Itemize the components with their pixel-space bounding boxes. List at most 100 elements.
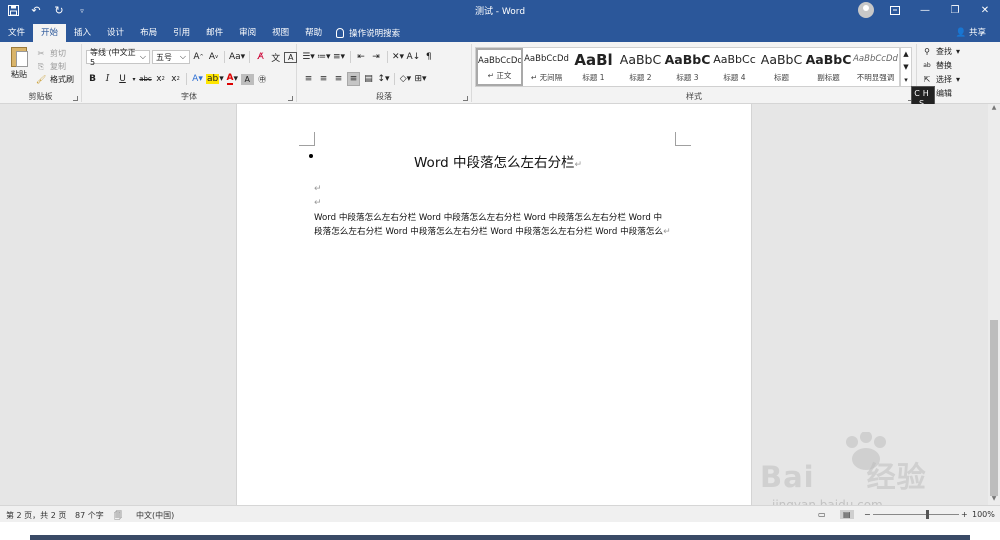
increase-indent-icon[interactable]: ⇥: [370, 50, 383, 64]
chevron-down-icon[interactable]: ▼: [901, 61, 911, 74]
style-heading-3[interactable]: AaBbC 标题 3: [664, 48, 711, 86]
zoom-out-icon[interactable]: −: [864, 510, 871, 519]
tab-design[interactable]: 设计: [99, 24, 132, 42]
show-marks-icon[interactable]: ¶: [422, 50, 435, 64]
decrease-indent-icon[interactable]: ⇤: [355, 50, 368, 64]
chinese-layout-icon[interactable]: ✕▾: [392, 50, 405, 64]
scroll-up-icon[interactable]: ▲: [988, 104, 1000, 114]
tab-file[interactable]: 文件: [0, 24, 33, 42]
underline-dropdown-icon[interactable]: ▾: [131, 72, 137, 86]
underline-button[interactable]: U: [116, 72, 129, 86]
bullets-icon[interactable]: ☰▾: [302, 50, 315, 64]
font-color-icon[interactable]: A ▾: [226, 72, 239, 86]
font-dialog-launcher[interactable]: [288, 96, 293, 101]
style-heading-1[interactable]: AaBl 标题 1: [570, 48, 617, 86]
align-right-icon[interactable]: ≡: [332, 72, 345, 86]
subscript-button[interactable]: x2: [154, 72, 167, 86]
more-styles-icon[interactable]: ▾: [901, 74, 911, 87]
tab-layout[interactable]: 布局: [132, 24, 165, 42]
style-heading-4[interactable]: AaBbCc 标题 4: [711, 48, 758, 86]
character-border-icon[interactable]: A: [284, 51, 298, 63]
sort-icon[interactable]: A↓: [407, 50, 421, 64]
format-painter-button[interactable]: 🖌 格式刷: [36, 73, 74, 86]
bold-button[interactable]: B: [86, 72, 99, 86]
zoom-level[interactable]: 100%: [972, 510, 995, 519]
style-no-spacing[interactable]: AaBbCcDd ↵ 无间隔: [523, 48, 570, 86]
tab-references[interactable]: 引用: [165, 24, 198, 42]
scrollbar-thumb[interactable]: [990, 320, 998, 496]
distributed-icon[interactable]: ▤: [362, 72, 375, 86]
minimize-icon[interactable]: —: [910, 0, 940, 21]
document-page[interactable]: Word 中段落怎么左右分栏↵ ↵ ↵ Word 中段落怎么左右分栏 Word …: [236, 104, 752, 505]
style-subtitle[interactable]: AaBbC 副标题: [805, 48, 852, 86]
clipboard-dialog-launcher[interactable]: [73, 96, 78, 101]
align-left-icon[interactable]: ≡: [302, 72, 315, 86]
ribbon-display-options-icon[interactable]: [880, 0, 910, 21]
clear-formatting-icon[interactable]: A̸: [254, 50, 267, 64]
select-button[interactable]: ⇱ 选择 ▾: [922, 73, 960, 87]
language-indicator[interactable]: 中文(中国): [136, 510, 174, 521]
copy-button[interactable]: ⎘ 复制: [36, 60, 74, 73]
tab-mailings[interactable]: 邮件: [198, 24, 231, 42]
vertical-scrollbar[interactable]: ▲ ▼: [988, 104, 1000, 505]
change-case-icon[interactable]: Aa▾: [229, 50, 245, 64]
justify-icon[interactable]: ≡: [347, 72, 360, 86]
superscript-button[interactable]: x2: [169, 72, 182, 86]
grow-font-icon[interactable]: A ^: [192, 50, 205, 64]
style-normal[interactable]: AaBbCcDd ↵ 正文: [476, 48, 523, 86]
tab-home[interactable]: 开始: [33, 24, 67, 42]
find-button[interactable]: ⚲ 查找 ▾: [922, 45, 960, 59]
tell-me-search[interactable]: 操作说明搜索: [330, 24, 400, 42]
borders-icon[interactable]: ⊞▾: [414, 72, 427, 86]
tab-review[interactable]: 审阅: [231, 24, 264, 42]
zoom-in-icon[interactable]: +: [961, 510, 968, 519]
replace-button[interactable]: ab 替换: [922, 59, 960, 73]
restore-icon[interactable]: ❐: [940, 0, 970, 21]
account-avatar-icon[interactable]: [858, 2, 874, 18]
style-subtle-emphasis[interactable]: AaBbCcDd 不明显强调: [852, 48, 899, 86]
shrink-font-icon[interactable]: Av: [207, 50, 220, 64]
italic-button[interactable]: I: [101, 72, 114, 86]
page-count[interactable]: 第 2 页，共 2 页: [6, 510, 66, 521]
phonetic-guide-icon[interactable]: 文: [269, 50, 282, 64]
paragraph-bullet: [309, 154, 313, 158]
close-icon[interactable]: ✕: [970, 0, 1000, 21]
tab-help[interactable]: 帮助: [297, 24, 330, 42]
font-size-combo[interactable]: 五号 ⌵: [152, 50, 190, 64]
find-label: 查找: [936, 47, 952, 56]
chevron-up-icon[interactable]: ▲: [901, 48, 911, 61]
clipboard-group-label: 剪贴板: [28, 92, 53, 101]
font-name-combo[interactable]: 等线 (中文正5 ⌵: [86, 48, 150, 67]
styles-gallery: AaBbCcDd ↵ 正文 AaBbCcDd ↵ 无间隔 AaBl 标题 1 AaBb…: [475, 47, 900, 87]
cut-button[interactable]: ✂ 剪切: [36, 47, 74, 60]
zoom-slider[interactable]: [873, 514, 959, 515]
enclose-characters-icon[interactable]: ㊥: [256, 72, 269, 86]
highlight-color-icon[interactable]: ab ▾: [206, 72, 224, 86]
numbering-icon[interactable]: ≔▾: [317, 50, 331, 64]
character-shading-icon[interactable]: A: [240, 73, 254, 85]
taskbar-edge: [30, 535, 970, 540]
document-body-paragraph[interactable]: Word 中段落怎么左右分栏 Word 中段落怎么左右分栏 Word 中段落怎么…: [314, 211, 679, 239]
word-count[interactable]: 87 个字: [75, 510, 104, 521]
style-preview: AaBbC: [664, 52, 711, 67]
paste-button[interactable]: 粘贴: [6, 47, 32, 80]
zoom-slider-knob[interactable]: [926, 510, 929, 519]
style-title[interactable]: AaBbC 标题: [758, 48, 805, 86]
read-mode-icon[interactable]: ▭: [818, 510, 826, 519]
paragraph-dialog-launcher[interactable]: [463, 96, 468, 101]
scroll-down-icon[interactable]: ▼: [988, 495, 1000, 505]
share-button[interactable]: 👤 共享: [956, 26, 986, 38]
strikethrough-button[interactable]: abc: [139, 72, 152, 86]
text-effects-icon[interactable]: A▾: [191, 72, 204, 86]
print-layout-icon[interactable]: ▤: [840, 510, 854, 519]
align-center-icon[interactable]: ≡: [317, 72, 330, 86]
shading-icon[interactable]: ◇▾: [399, 72, 412, 86]
multilevel-list-icon[interactable]: ≡▾: [333, 50, 346, 64]
document-heading[interactable]: Word 中段落怎么左右分栏↵: [414, 151, 582, 171]
styles-gallery-scroll[interactable]: ▲ ▼ ▾: [900, 47, 912, 87]
style-heading-2[interactable]: AaBbC 标题 2: [617, 48, 664, 86]
format-painter-label: 格式刷: [50, 75, 74, 84]
tab-insert[interactable]: 插入: [66, 24, 99, 42]
tab-view[interactable]: 视图: [264, 24, 297, 42]
line-spacing-icon[interactable]: ↕▾: [377, 72, 390, 86]
